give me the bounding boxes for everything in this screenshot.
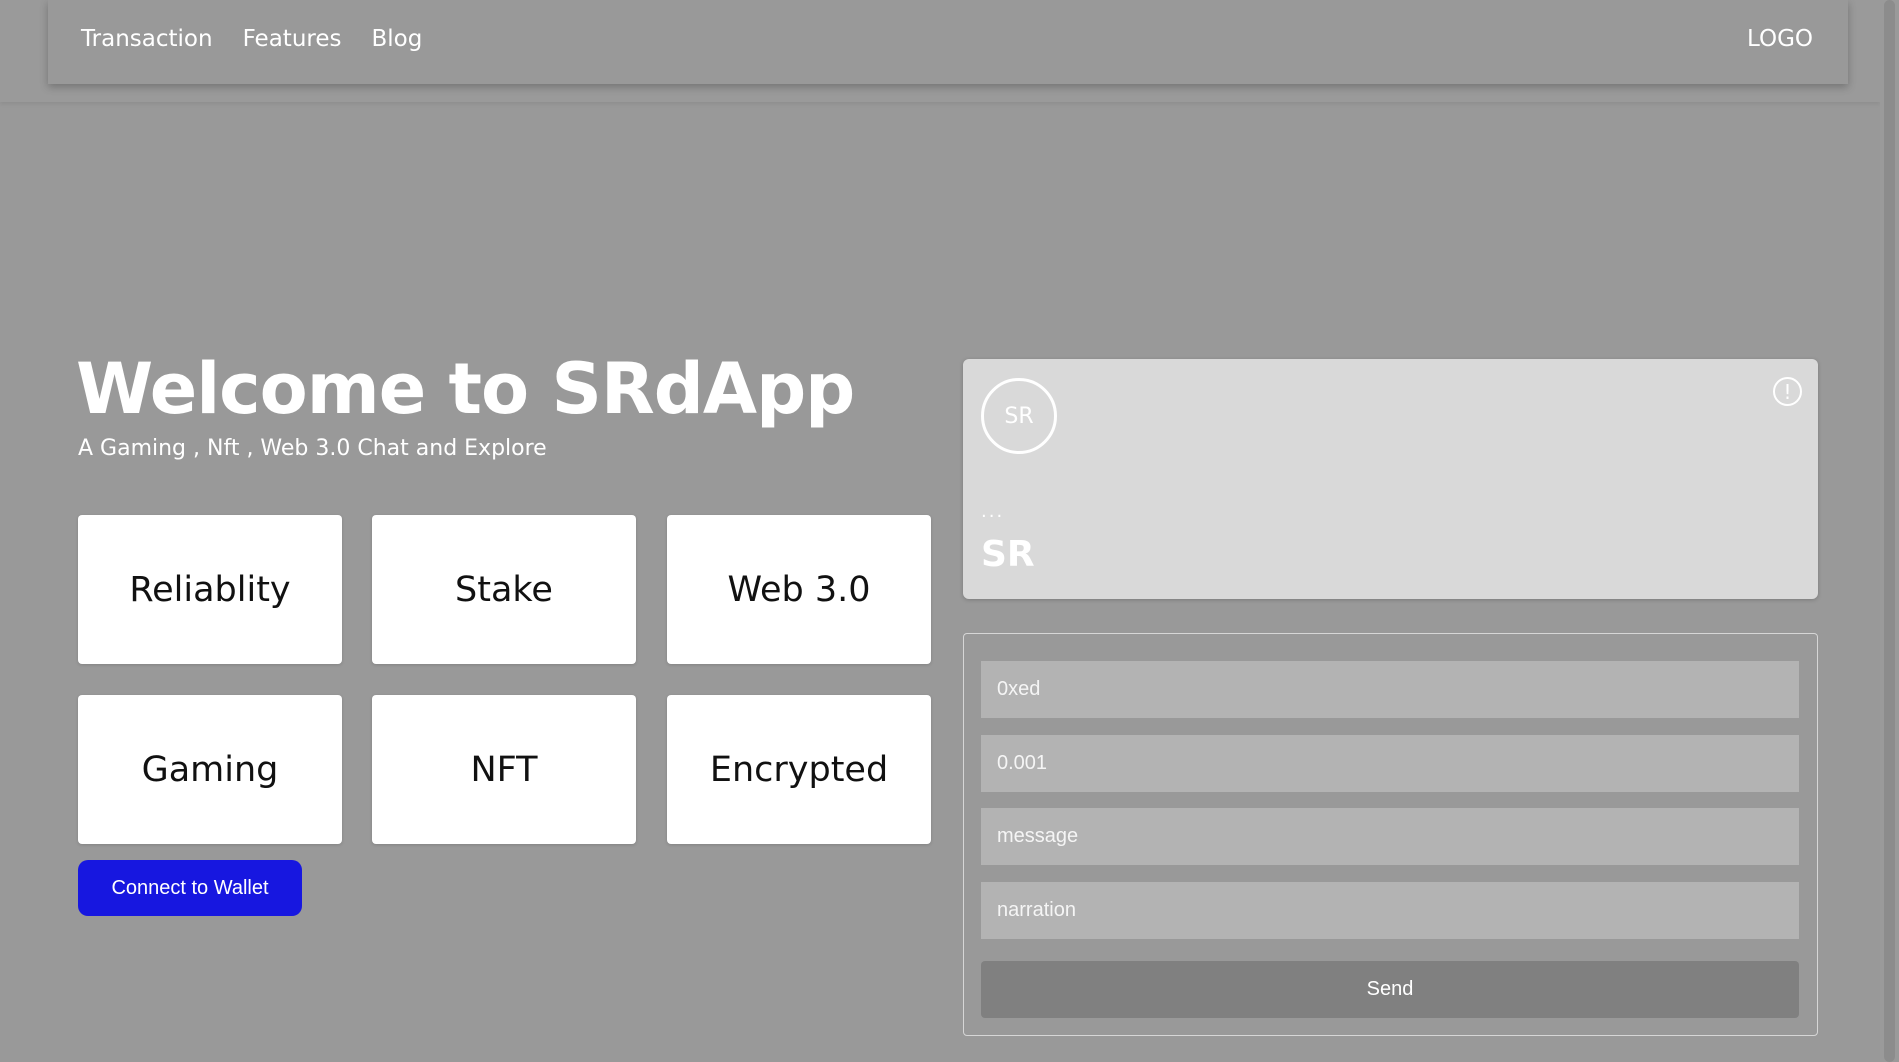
- wallet-card: SR ! ... SR: [963, 359, 1818, 599]
- message-input[interactable]: [981, 808, 1799, 865]
- feature-card-gaming: Gaming: [78, 695, 342, 844]
- avatar: SR: [981, 378, 1057, 454]
- feature-card-reliability: Reliablity: [78, 515, 342, 664]
- feature-card-encrypted: Encrypted: [667, 695, 931, 844]
- vertical-scrollbar[interactable]: [1880, 0, 1899, 1062]
- nav-link-transaction[interactable]: Transaction: [81, 26, 213, 52]
- hero-subtitle: A Gaming , Nft , Web 3.0 Chat and Explor…: [78, 436, 547, 461]
- send-button[interactable]: Send: [981, 961, 1799, 1018]
- nav-link-blog[interactable]: Blog: [371, 26, 422, 52]
- transaction-form: Send: [963, 633, 1818, 1036]
- feature-card-web3: Web 3.0: [667, 515, 931, 664]
- logo[interactable]: LOGO: [1747, 0, 1813, 78]
- nav-links: Transaction Features Blog: [81, 0, 422, 78]
- feature-card-nft: NFT: [372, 695, 636, 844]
- scrollbar-thumb[interactable]: [1884, 0, 1895, 1062]
- navbar: Transaction Features Blog LOGO: [48, 0, 1848, 84]
- wallet-address: ...: [981, 501, 1005, 522]
- amount-input[interactable]: [981, 735, 1799, 792]
- info-icon[interactable]: !: [1773, 377, 1802, 406]
- narration-input[interactable]: [981, 882, 1799, 939]
- address-input[interactable]: [981, 661, 1799, 718]
- connect-wallet-button[interactable]: Connect to Wallet: [78, 860, 302, 916]
- feature-card-stake: Stake: [372, 515, 636, 664]
- page: Transaction Features Blog LOGO Welcome t…: [0, 0, 1899, 1062]
- hero-title: Welcome to SRdApp: [76, 348, 855, 430]
- wallet-name: SR: [981, 534, 1035, 575]
- nav-link-features[interactable]: Features: [243, 26, 342, 52]
